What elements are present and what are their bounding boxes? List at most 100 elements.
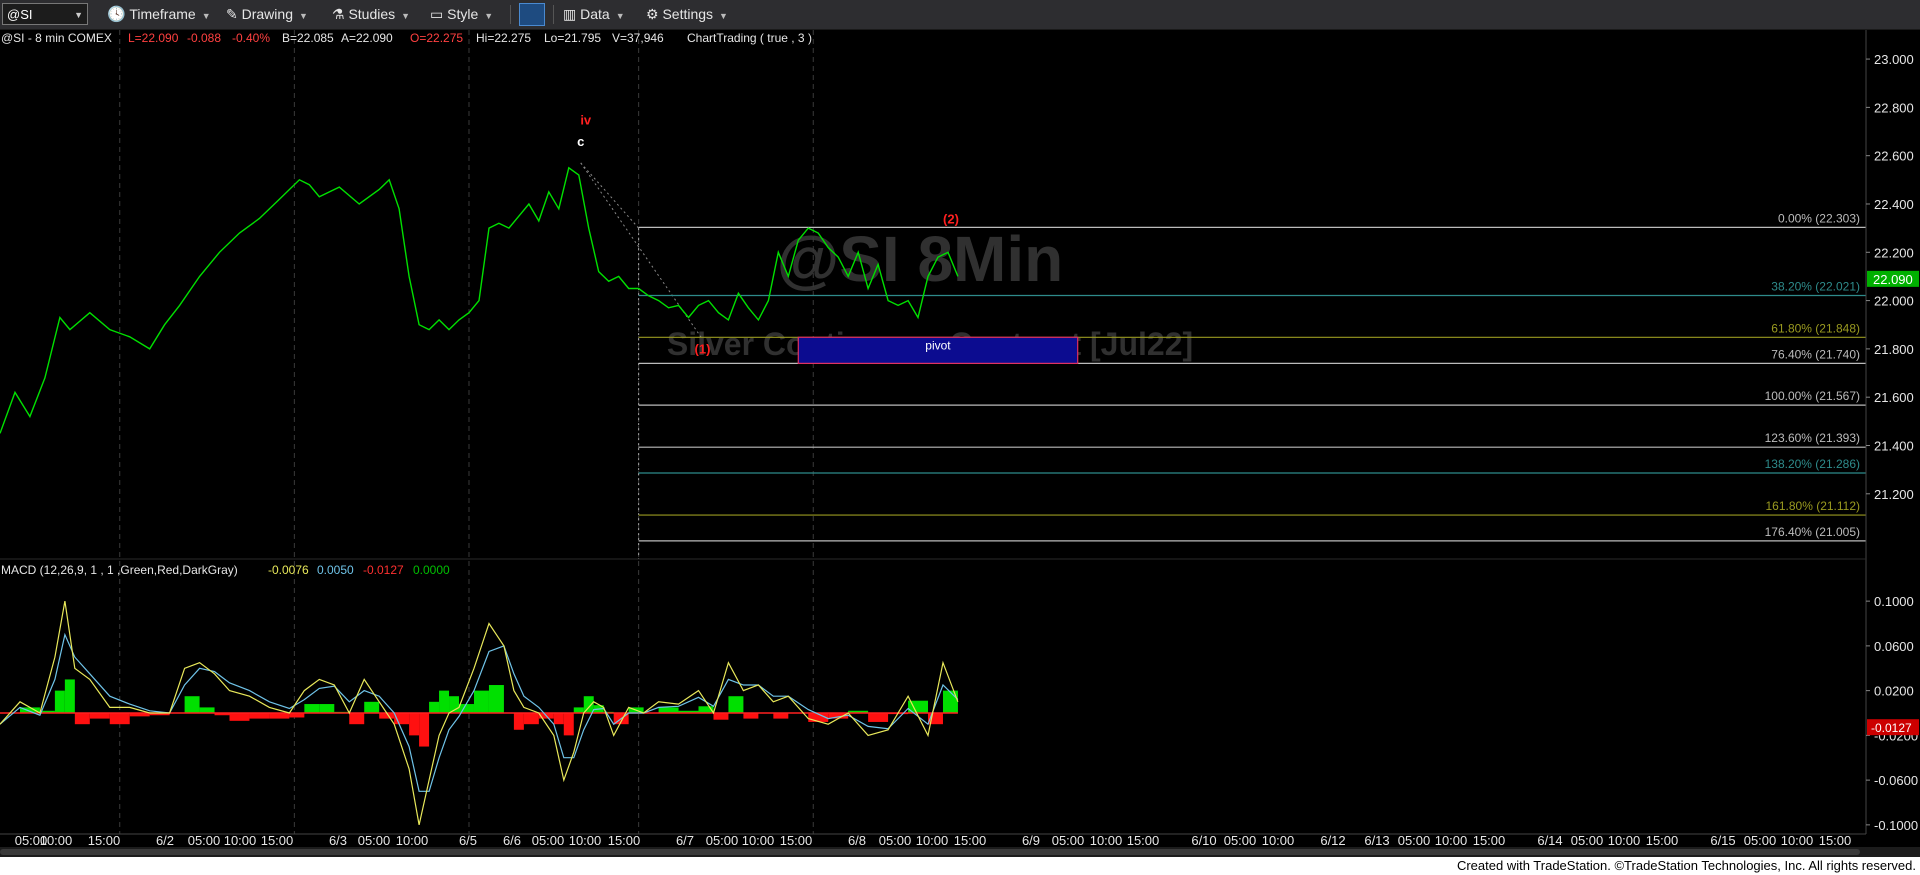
- settings-menu[interactable]: ⚙ Settings ▼: [646, 4, 728, 25]
- wave-label: c: [577, 134, 584, 149]
- pivot-zone[interactable]: pivot: [797, 336, 1079, 364]
- price-line: [0, 166, 959, 434]
- copyright-text: Created with TradeStation. ©TradeStation…: [1456, 858, 1916, 873]
- time-tick-label: 6/2: [156, 833, 174, 847]
- settings-label: Settings: [662, 6, 714, 22]
- macd-tick-label: -0.0600: [1874, 773, 1918, 788]
- time-tick-label: 6/9: [1022, 833, 1040, 847]
- chevron-down-icon[interactable]: ▼: [74, 4, 83, 26]
- time-tick-label: 6/10: [1191, 833, 1216, 847]
- price-tick-label: 22.200: [1874, 245, 1914, 260]
- time-tick-label: 05:00: [879, 833, 912, 847]
- bar-chart-icon: ▥: [563, 6, 577, 22]
- price-series: [0, 166, 959, 434]
- time-tick-label: 15:00: [1646, 833, 1679, 847]
- macd-histogram-bar: [743, 713, 759, 719]
- wave-label: (1): [695, 342, 711, 357]
- macd-histogram-bar: [728, 696, 744, 713]
- time-tick-label: 6/5: [459, 833, 477, 847]
- fib-level-label: 161.80% (21.112): [1765, 499, 1860, 513]
- symbol-value: @SI: [7, 7, 33, 22]
- chevron-down-icon: ▼: [298, 11, 308, 21]
- time-tick-label: 15:00: [261, 833, 294, 847]
- price-tick-label: 22.800: [1874, 100, 1914, 115]
- macd-header: MACD (12,26,9, 1 , 1 ,Green,Red,DarkGray…: [1, 563, 238, 577]
- chart-header-bid: B=22.085: [282, 31, 334, 45]
- time-tick-label: 05:00: [1398, 833, 1431, 847]
- time-tick-label: 15:00: [780, 833, 813, 847]
- macd-histogram-bar: [473, 690, 489, 713]
- clock-icon: 🕓: [107, 6, 126, 23]
- drawing-label: Drawing: [241, 6, 293, 22]
- fib-level-label: 61.80% (21.848): [1771, 321, 1860, 335]
- layout-toggle-button[interactable]: [519, 3, 545, 26]
- footer: Created with TradeStation. ©TradeStation…: [0, 857, 1920, 875]
- time-tick-label: 10:00: [40, 833, 73, 847]
- macd-histogram-bar: [419, 713, 430, 747]
- chevron-down-icon: ▼: [401, 11, 411, 21]
- macd-histogram-bar: [109, 713, 130, 725]
- time-tick-label: 6/7: [676, 833, 694, 847]
- data-menu[interactable]: ▥ Data ▼: [563, 4, 625, 25]
- style-menu[interactable]: ▭ Style ▼: [430, 4, 493, 25]
- horizontal-scrollbar[interactable]: [0, 847, 1920, 857]
- wave-label: (2): [943, 211, 959, 226]
- time-tick-label: 15:00: [608, 833, 641, 847]
- macd-histogram-bar: [249, 713, 270, 719]
- wave-label: iv: [580, 112, 592, 127]
- price-tick-label: 22.400: [1874, 197, 1914, 212]
- time-tick-label: 6/12: [1320, 833, 1345, 847]
- macd-histogram-bar: [563, 713, 574, 736]
- fib-level-label: 38.20% (22.021): [1771, 280, 1860, 294]
- chevron-down-icon: ▼: [201, 11, 211, 21]
- macd-histogram-bar: [319, 704, 335, 713]
- price-tick-label: 21.200: [1874, 487, 1914, 502]
- time-tick-label: 10:00: [916, 833, 949, 847]
- time-tick-label: 6/13: [1364, 833, 1389, 847]
- time-tick-label: 05:00: [1052, 833, 1085, 847]
- price-tick-label: 22.000: [1874, 294, 1914, 309]
- chart-header-study: ChartTrading ( true , 3 ): [687, 31, 812, 45]
- macd-histogram-bar: [184, 696, 200, 713]
- macd-histogram-bar: [199, 707, 215, 713]
- chart-header-high: Hi=22.275: [476, 31, 531, 45]
- time-tick-label: 6/6: [503, 833, 521, 847]
- macd-histogram-bar: [349, 713, 365, 725]
- timeframe-label: Timeframe: [129, 6, 196, 22]
- macd-histogram-bar: [868, 713, 889, 722]
- pencil-icon: ✎: [226, 6, 238, 22]
- macd-histogram-bar: [304, 704, 320, 713]
- time-tick-label: 10:00: [742, 833, 775, 847]
- chevron-down-icon: ▼: [615, 11, 625, 21]
- chart-header-open: O=22.275: [410, 31, 463, 45]
- chart-header-last: L=22.090: [128, 31, 179, 45]
- macd-histogram-bar: [89, 713, 110, 719]
- time-tick-label: 05:00: [706, 833, 739, 847]
- macd-histogram-bar: [64, 679, 75, 713]
- time-tick-label: 15:00: [1127, 833, 1160, 847]
- scrollbar-thumb[interactable]: [0, 849, 1860, 855]
- macd-histogram-bar: [523, 713, 539, 725]
- price-tick-label: 21.400: [1874, 438, 1914, 453]
- pivot-label: pivot: [925, 338, 951, 352]
- flask-icon: ⚗: [332, 6, 345, 22]
- price-tick-label: 21.600: [1874, 390, 1914, 405]
- symbol-input[interactable]: @SI ▼: [2, 3, 88, 25]
- macd-tick-label: -0.1000: [1874, 818, 1918, 833]
- macd-histogram-bar: [429, 701, 440, 713]
- macd-histogram-bar: [773, 713, 789, 719]
- time-tick-label: 6/15: [1710, 833, 1735, 847]
- timeframe-menu[interactable]: 🕓 Timeframe ▼: [107, 4, 211, 25]
- studies-menu[interactable]: ⚗ Studies ▼: [332, 4, 410, 25]
- fib-level-label: 123.60% (21.393): [1765, 431, 1860, 445]
- price-tick-label: 23.000: [1874, 52, 1914, 67]
- time-tick-label: 05:00: [1224, 833, 1257, 847]
- time-tick-label: 05:00: [1571, 833, 1604, 847]
- time-tick-label: 15:00: [1473, 833, 1506, 847]
- data-label: Data: [580, 6, 610, 22]
- time-axis: 05:0010:00 15:00 6/2 05:00 10:00 15:00 6/3 05:0…: [0, 833, 1866, 847]
- macd-tick-label: 0.1000: [1874, 594, 1914, 609]
- drawing-menu[interactable]: ✎ Drawing ▼: [226, 4, 308, 25]
- time-tick-label: 10:00: [1090, 833, 1123, 847]
- price-chart[interactable]: @SI 8Min Silver Continuous Contract [Jul…: [0, 30, 1920, 847]
